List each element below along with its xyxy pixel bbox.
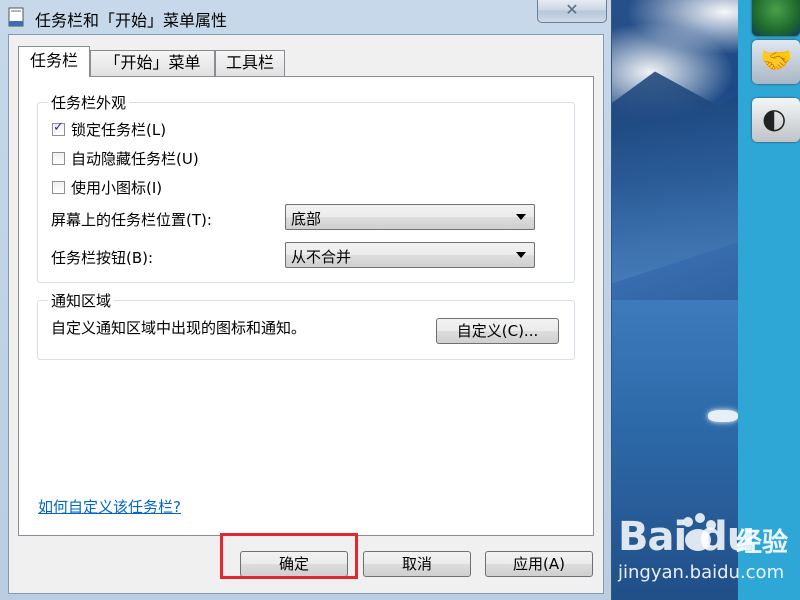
tab-taskbar[interactable]: 任务栏	[18, 46, 90, 77]
chevron-down-icon	[516, 214, 526, 220]
photo-gadget-icon[interactable]	[752, 98, 800, 142]
auto-hide-label: 自动隐藏任务栏(U)	[71, 149, 199, 168]
taskbar-app-icon	[8, 7, 24, 27]
handshake-gadget-icon[interactable]	[752, 40, 800, 84]
checkbox-box[interactable]	[52, 151, 65, 165]
tab-toolbars[interactable]: 工具栏	[215, 50, 285, 76]
notification-description: 自定义通知区域中出现的图标和通知。	[51, 319, 307, 337]
customize-button[interactable]: 自定义(C)...	[436, 318, 559, 344]
taskbar-buttons-label: 任务栏按钮(B):	[51, 249, 154, 267]
taskbar-properties-dialog: 任务栏和「开始」菜单属性 ✕ 任务栏 「开始」菜单 工具栏 任务栏外观 锁定任务…	[0, 0, 612, 600]
apply-button[interactable]: 应用(A)	[485, 551, 593, 577]
globe-gadget-icon[interactable]	[752, 0, 800, 36]
wallpaper-boat	[708, 410, 738, 422]
appearance-group-title: 任务栏外观	[48, 92, 130, 113]
auto-hide-checkbox[interactable]: 自动隐藏任务栏(U)	[52, 148, 199, 168]
cancel-button[interactable]: 取消	[363, 551, 471, 577]
tab-panel: 任务栏外观 锁定任务栏(L) 自动隐藏任务栏(U) 使用小图标(I) 屏幕上的任…	[18, 76, 594, 536]
lock-taskbar-label: 锁定任务栏(L)	[71, 120, 167, 139]
help-link[interactable]: 如何自定义该任务栏?	[38, 496, 181, 517]
checkbox-box[interactable]	[52, 120, 65, 136]
taskbar-buttons-value: 从不合并	[291, 248, 352, 266]
taskbar-position-select[interactable]: 底部	[285, 204, 535, 230]
chevron-down-icon	[516, 252, 526, 258]
title-bar[interactable]: 任务栏和「开始」菜单属性 ✕	[0, 0, 611, 34]
lock-taskbar-checkbox[interactable]: 锁定任务栏(L)	[52, 119, 166, 139]
checkbox-box[interactable]	[52, 180, 65, 194]
taskbar-position-value: 底部	[291, 210, 322, 228]
notification-group-title: 通知区域	[48, 290, 115, 311]
tab-start-menu[interactable]: 「开始」菜单	[90, 50, 215, 76]
taskbar-buttons-select[interactable]: 从不合并	[285, 242, 535, 268]
close-icon: ✕	[565, 0, 579, 19]
window-title: 任务栏和「开始」菜单属性	[35, 11, 228, 30]
gadget-sidebar	[738, 0, 800, 600]
close-button[interactable]: ✕	[537, 0, 607, 23]
small-icons-checkbox[interactable]: 使用小图标(I)	[52, 177, 162, 197]
small-icons-label: 使用小图标(I)	[71, 178, 163, 197]
taskbar-position-label: 屏幕上的任务栏位置(T):	[51, 211, 212, 229]
ok-button-highlight	[220, 533, 358, 579]
